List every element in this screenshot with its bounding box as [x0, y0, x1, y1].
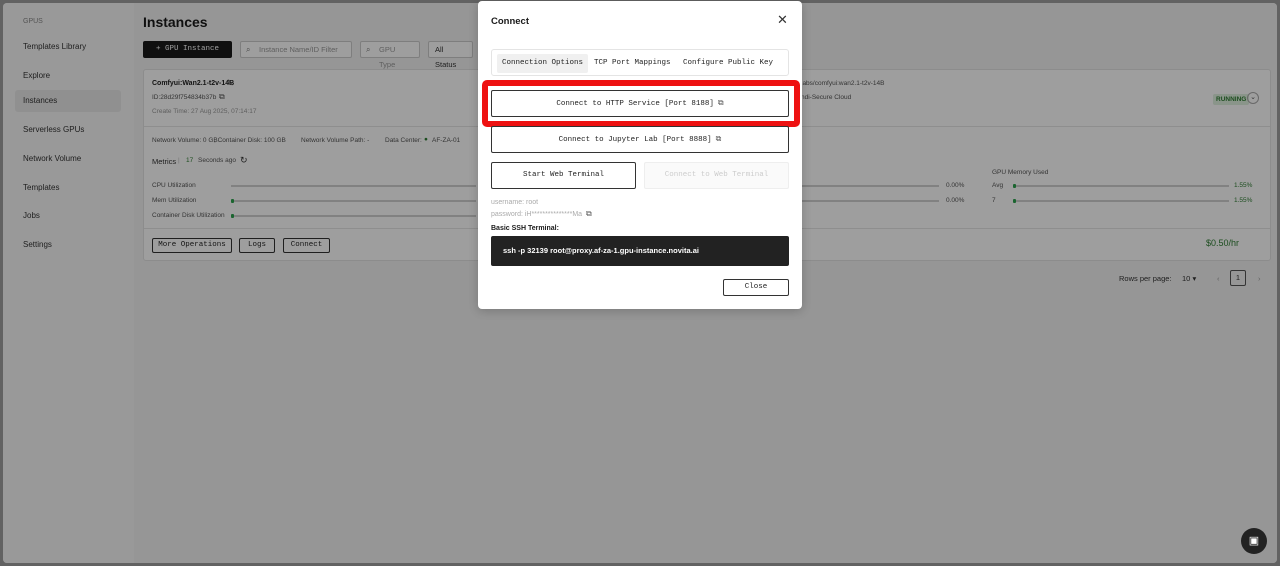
connect-dialog: Connect ✕ Connection Options TCP Port Ma… — [478, 1, 802, 309]
ssh-command[interactable]: ssh -p 32139 root@proxy.af-za-1.gpu-inst… — [491, 236, 789, 266]
password-row: password: iH***************Ma ⧉ — [491, 209, 592, 218]
copy-icon: ⧉ — [715, 135, 722, 144]
tab-tcp-port-mappings[interactable]: TCP Port Mappings — [589, 54, 676, 73]
connect-tabs: Connection Options TCP Port Mappings Con… — [491, 49, 789, 76]
start-web-terminal-button[interactable]: Start Web Terminal — [491, 162, 636, 189]
copy-icon[interactable]: ⧉ — [586, 209, 592, 218]
tab-configure-public-key[interactable]: Configure Public Key — [678, 54, 778, 73]
dialog-title: Connect — [491, 16, 529, 27]
ssh-label: Basic SSH Terminal: — [491, 225, 559, 232]
copy-icon: ⧉ — [717, 99, 724, 108]
username-text: username: root — [491, 199, 539, 206]
connect-http-service-button[interactable]: Connect to HTTP Service [Port 8188] ⧉ — [491, 90, 789, 117]
close-icon[interactable]: ✕ — [777, 13, 788, 26]
tab-connection-options[interactable]: Connection Options — [497, 54, 589, 73]
connect-web-terminal-button[interactable]: Connect to Web Terminal — [644, 162, 789, 189]
chat-support-icon[interactable]: ▣ — [1241, 528, 1267, 554]
connect-jupyter-lab-button[interactable]: Connect to Jupyter Lab [Port 8888] ⧉ — [491, 126, 789, 153]
close-button[interactable]: Close — [723, 279, 789, 296]
